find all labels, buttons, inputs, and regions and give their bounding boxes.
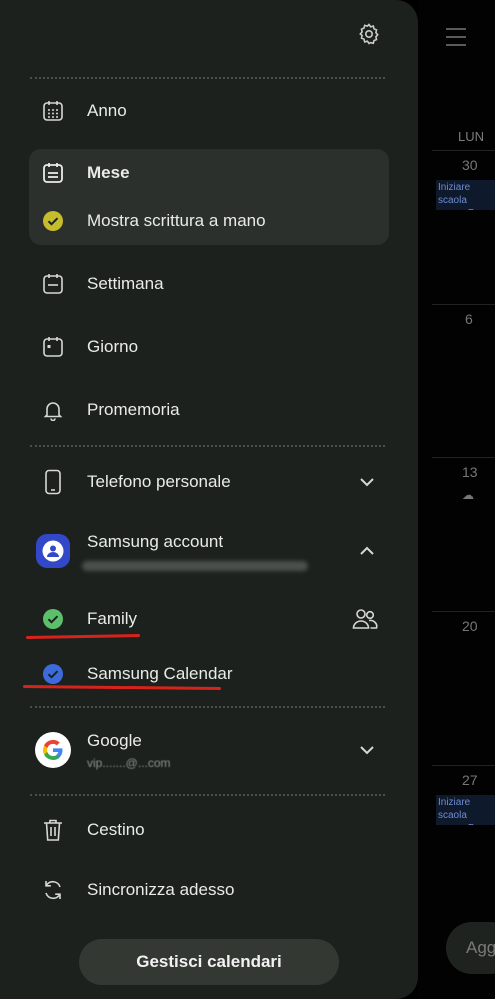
view-year-item[interactable]: Anno [0,89,418,133]
week-divider [432,150,495,151]
add-event-button[interactable]: Agg [446,922,495,974]
chevron-up-icon[interactable] [358,542,376,560]
trash-icon [40,817,66,843]
view-month-item[interactable]: Mese [0,151,418,195]
trash-item[interactable]: Cestino [0,808,418,852]
divider [30,445,385,447]
calendar-samsung-label: Samsung Calendar [87,664,233,683]
calendar-background: LUN 30 Iniziare scaola nuova B 6 13 ☁ 20… [418,0,495,999]
reminders-item[interactable]: Promemoria [0,388,418,432]
account-google-email: vip.......@...com [87,756,171,770]
manage-calendars-button[interactable]: Gestisci calendari [79,939,339,985]
bell-icon [40,397,66,423]
calendar-week-icon [40,271,66,297]
view-day-item[interactable]: Giorno [0,325,418,369]
samsung-calendar-check-icon[interactable] [40,661,66,687]
week-divider [432,611,495,612]
sync-now-item[interactable]: Sincronizza adesso [0,868,418,912]
account-phone-item[interactable]: Telefono personale [0,460,418,504]
phone-icon [40,469,66,495]
view-day-label: Giorno [87,337,139,356]
sync-icon [40,877,66,903]
divider [30,77,385,79]
weather-icon: ☁ [462,488,474,502]
family-check-icon[interactable] [40,606,66,632]
chevron-down-icon[interactable] [358,741,376,759]
week-divider [432,304,495,305]
day-number[interactable]: 13 [462,464,478,480]
samsung-account-icon [36,534,70,568]
account-google-item[interactable]: Google vip.......@...com [0,728,418,772]
menu-icon[interactable] [446,28,466,52]
calendar-family-label: Family [87,609,138,628]
show-handwriting-label: Mostra scrittura a mano [87,211,266,230]
day-number[interactable]: 30 [462,157,478,173]
calendar-month-icon [40,160,66,186]
view-week-item[interactable]: Settimana [0,262,418,306]
settings-gear-icon[interactable] [357,22,381,46]
check-circle-icon [40,208,66,234]
reminders-label: Promemoria [87,400,180,419]
day-number[interactable]: 20 [462,618,478,634]
week-divider [432,765,495,766]
trash-label: Cestino [87,820,145,839]
calendar-day-icon [40,334,66,360]
calendar-event[interactable]: Iniziare scaola nuova B [436,180,495,210]
calendar-event[interactable]: Iniziare scaola nuova B [436,795,495,825]
day-number[interactable]: 6 [465,311,473,327]
account-samsung-label: Samsung account [87,532,224,551]
divider [30,794,385,796]
view-year-label: Anno [87,101,127,120]
sync-now-label: Sincronizza adesso [87,880,235,899]
week-divider [432,457,495,458]
calendar-year-icon [40,98,66,124]
group-members-icon[interactable] [352,608,378,630]
account-phone-label: Telefono personale [87,472,231,491]
weekday-label: LUN [458,129,485,144]
google-logo-icon [35,732,71,768]
redacted-email [82,561,308,571]
account-google-label: Google [87,731,142,750]
chevron-down-icon[interactable] [358,473,376,491]
navigation-drawer: Anno Mese Mostra scrittura a mano Settim… [0,0,418,999]
show-handwriting-toggle[interactable]: Mostra scrittura a mano [0,199,418,243]
day-number[interactable]: 27 [462,772,478,788]
view-month-label: Mese [87,163,130,182]
divider [30,706,385,708]
view-week-label: Settimana [87,274,164,293]
